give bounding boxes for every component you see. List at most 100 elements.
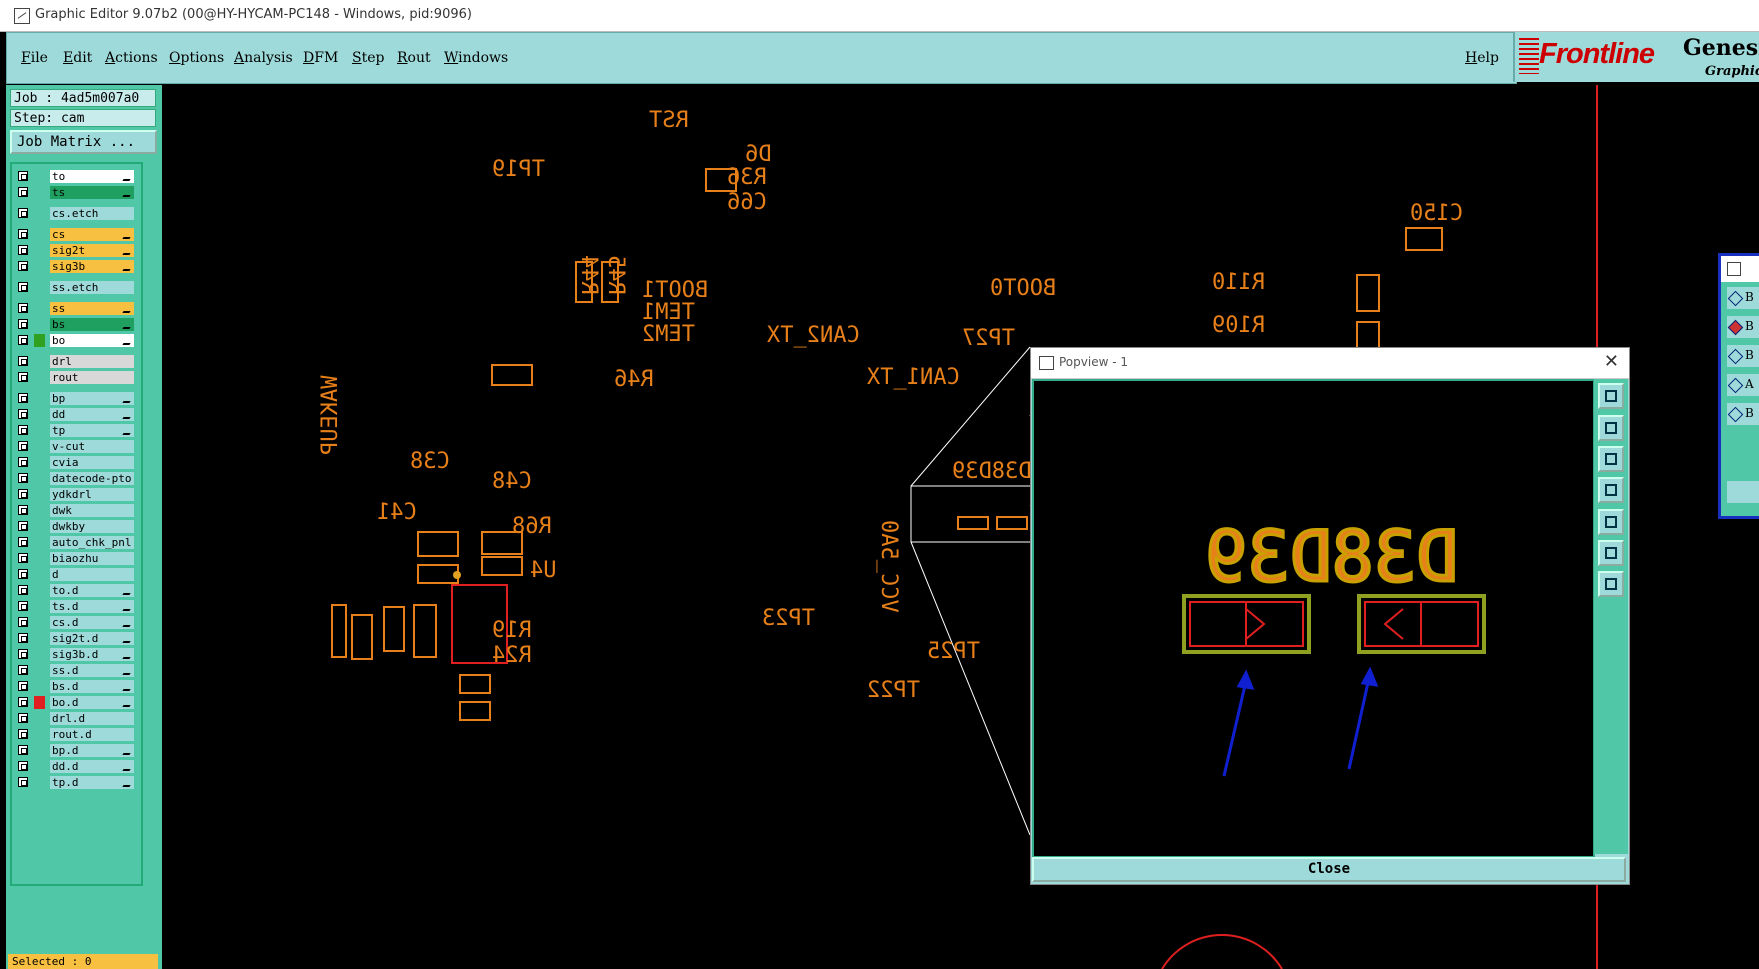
layer-row-bp[interactable]: bp (14, 392, 138, 406)
layer-name[interactable]: ss (50, 302, 134, 315)
layer-checkbox[interactable] (18, 585, 28, 595)
layer-row-d[interactable]: d (14, 568, 138, 582)
layer-affected-marker[interactable] (34, 281, 45, 294)
layer-row-ss[interactable]: ss (14, 302, 138, 316)
popview-canvas[interactable]: D38D39 (1032, 379, 1595, 858)
layer-row-sig3b[interactable]: sig3b (14, 260, 138, 274)
layer-checkbox[interactable] (18, 617, 28, 627)
layer-affected-marker[interactable] (34, 456, 45, 469)
layer-checkbox[interactable] (18, 649, 28, 659)
layer-affected-marker[interactable] (34, 632, 45, 645)
layer-affected-marker[interactable] (34, 536, 45, 549)
layer-affected-marker[interactable] (34, 488, 45, 501)
side-row[interactable]: A (1727, 374, 1759, 396)
layer-name[interactable]: to (50, 170, 134, 183)
menu-file[interactable]: File (21, 50, 48, 66)
layer-row-rout.d[interactable]: rout.d (14, 728, 138, 742)
layer-affected-marker[interactable] (34, 744, 45, 757)
layer-row-cs.d[interactable]: cs.d (14, 616, 138, 630)
layer-affected-marker[interactable] (34, 371, 45, 384)
layer-name[interactable]: dwk (50, 504, 134, 517)
layer-name[interactable]: ts (50, 186, 134, 199)
layer-affected-marker[interactable] (34, 228, 45, 241)
layer-row-datecode-pto[interactable]: datecode-pto (14, 472, 138, 486)
layer-name[interactable]: bo.d (50, 696, 134, 709)
layer-checkbox[interactable] (18, 521, 28, 531)
layer-affected-marker[interactable] (34, 552, 45, 565)
layer-row-cs.etch[interactable]: cs.etch (14, 207, 138, 221)
layer-affected-marker[interactable] (34, 616, 45, 629)
menu-edit[interactable]: Edit (63, 50, 92, 66)
menu-help[interactable]: Help (1465, 50, 1499, 66)
layer-affected-marker[interactable] (34, 260, 45, 273)
layer-checkbox[interactable] (18, 303, 28, 313)
layer-checkbox[interactable] (18, 393, 28, 403)
layer-row-bo[interactable]: bo (14, 334, 138, 348)
layer-affected-marker[interactable] (34, 440, 45, 453)
layer-row-ts[interactable]: ts (14, 186, 138, 200)
layer-row-tp.d[interactable]: tp.d (14, 776, 138, 790)
layer-affected-marker[interactable] (34, 520, 45, 533)
layer-name[interactable]: cvia (50, 456, 134, 469)
layer-checkbox[interactable] (18, 245, 28, 255)
layer-row-to.d[interactable]: to.d (14, 584, 138, 598)
layer-row-dd[interactable]: dd (14, 408, 138, 422)
layer-checkbox[interactable] (18, 505, 28, 515)
layer-affected-marker[interactable] (34, 712, 45, 725)
pan-left-button[interactable] (1598, 477, 1624, 503)
layer-checkbox[interactable] (18, 489, 28, 499)
layer-checkbox[interactable] (18, 601, 28, 611)
layer-row-cs[interactable]: cs (14, 228, 138, 242)
layer-name[interactable]: auto_chk_pnl (50, 536, 134, 549)
layer-checkbox[interactable] (18, 553, 28, 563)
layer-row-ss.etch[interactable]: ss.etch (14, 281, 138, 295)
layer-name[interactable]: bs.d (50, 680, 134, 693)
layer-row-auto_chk_pnl[interactable]: auto_chk_pnl (14, 536, 138, 550)
menu-windows[interactable]: Windows (444, 50, 508, 66)
layer-affected-marker[interactable] (34, 584, 45, 597)
zoom-fit-button[interactable] (1598, 383, 1624, 409)
layer-row-drl[interactable]: drl (14, 355, 138, 369)
layer-checkbox[interactable] (18, 319, 28, 329)
side-row[interactable]: B (1727, 345, 1759, 367)
layer-checkbox[interactable] (18, 729, 28, 739)
side-row[interactable]: B (1727, 287, 1759, 309)
layer-affected-marker[interactable] (34, 776, 45, 789)
layer-checkbox[interactable] (18, 261, 28, 271)
layer-checkbox[interactable] (18, 425, 28, 435)
layer-name[interactable]: bo (50, 334, 134, 347)
pan-right-button[interactable] (1598, 509, 1624, 535)
layer-name[interactable]: biaozhu (50, 552, 134, 565)
layer-name[interactable]: rout (50, 371, 134, 384)
layer-checkbox[interactable] (18, 537, 28, 547)
layer-row-drl.d[interactable]: drl.d (14, 712, 138, 726)
layer-name[interactable]: bp.d (50, 744, 134, 757)
layer-checkbox[interactable] (18, 282, 28, 292)
layer-affected-marker[interactable] (34, 728, 45, 741)
popview-close-button[interactable]: Close (1032, 857, 1626, 882)
layer-checkbox[interactable] (18, 335, 28, 345)
layer-row-bp.d[interactable]: bp.d (14, 744, 138, 758)
layer-name[interactable]: drl.d (50, 712, 134, 725)
layer-checkbox[interactable] (18, 208, 28, 218)
layer-checkbox[interactable] (18, 229, 28, 239)
layer-name[interactable]: to.d (50, 584, 134, 597)
layer-row-dwk[interactable]: dwk (14, 504, 138, 518)
layer-affected-marker[interactable] (34, 318, 45, 331)
layer-name[interactable]: sig3b (50, 260, 134, 273)
zoom-in-button[interactable] (1598, 540, 1624, 566)
layer-checkbox[interactable] (18, 441, 28, 451)
layer-name[interactable]: dd (50, 408, 134, 421)
layer-name[interactable]: ydkdrl (50, 488, 134, 501)
layer-name[interactable]: ts.d (50, 600, 134, 613)
layer-row-ss.d[interactable]: ss.d (14, 664, 138, 678)
layer-affected-marker[interactable] (34, 408, 45, 421)
layer-checkbox[interactable] (18, 372, 28, 382)
layer-name[interactable]: tp.d (50, 776, 134, 789)
layer-affected-marker[interactable] (34, 680, 45, 693)
layer-name[interactable]: d (50, 568, 134, 581)
layer-name[interactable]: bp (50, 392, 134, 405)
layer-row-cvia[interactable]: cvia (14, 456, 138, 470)
side-button[interactable] (1727, 481, 1759, 503)
layer-row-sig3b.d[interactable]: sig3b.d (14, 648, 138, 662)
